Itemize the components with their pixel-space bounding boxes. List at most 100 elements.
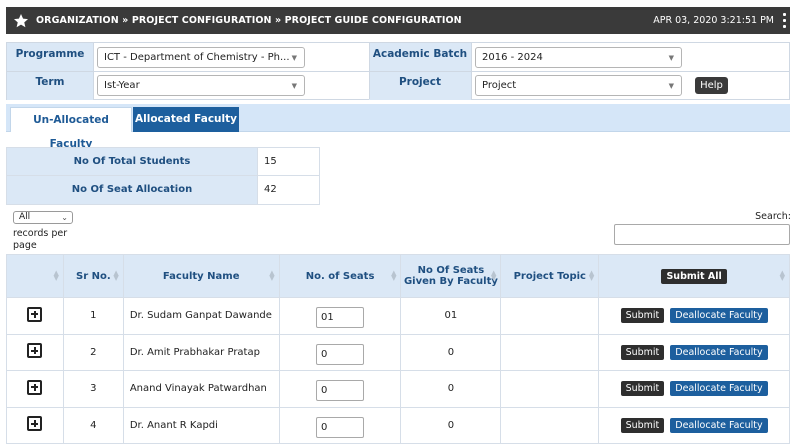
summary-table: No Of Total Students 15 No Of Seat Alloc… (6, 147, 320, 205)
tab-un-allocated-faculty[interactable]: Un-Allocated Faculty (10, 107, 132, 150)
seats-input[interactable]: 01 (316, 307, 365, 329)
sr-no-cell: 1 (62, 297, 124, 335)
project-select[interactable]: Project ▼ (475, 75, 682, 96)
expand-cell (6, 297, 64, 335)
table-row: 3 Anand Vinayak Patwardhan 0 0 Submit Dea… (6, 370, 790, 408)
table-header-row: ▲ ▼ Sr No. ▲ ▼ Faculty Name ▲ ▼ No. of Seats ▲… (6, 254, 790, 298)
programme-select-value: ICT - Department of Chemistry - Ph... (104, 52, 290, 63)
academic-batch-label: Academic Batch (372, 48, 468, 60)
expand-plus-icon[interactable] (27, 416, 43, 432)
column-header-label: Project Topic (513, 270, 586, 282)
seat-allocation-label: No Of Seat Allocation (7, 176, 258, 204)
academic-batch-select[interactable]: 2016 - 2024 ▼ (475, 47, 682, 68)
seats-given-cell: 01 (400, 297, 502, 335)
filter-divider (93, 43, 94, 99)
faculty-name-cell: Dr. Anant R Kapdi (122, 406, 280, 444)
column-header-label: Sr No. (76, 270, 111, 282)
records-per-page-value: All (19, 212, 31, 222)
seats-input[interactable]: 0 (316, 343, 365, 365)
term-label: Term (35, 76, 65, 88)
sort-icon: ▲ ▼ (779, 269, 785, 282)
breadcrumb: ORGANIZATION » PROJECT CONFIGURATION » P… (36, 15, 462, 26)
favorite-star-icon[interactable] (11, 11, 31, 31)
project-label: Project (398, 76, 442, 88)
column-header-no-of-seats[interactable]: No. of Seats ▲ ▼ (278, 254, 402, 298)
submit-all-button[interactable]: Submit All (661, 268, 727, 284)
academic-batch-select-value: 2016 - 2024 (482, 52, 543, 63)
column-header-seats-given[interactable]: No Of Seats Given By Faculty ▲ ▼ (400, 254, 502, 298)
deallocate-faculty-button[interactable]: Deallocate Faculty (670, 308, 768, 324)
actions-cell: Submit Deallocate Faculty (598, 333, 790, 371)
top-bar: ORGANIZATION » PROJECT CONFIGURATION » P… (6, 7, 790, 34)
expand-cell (6, 370, 64, 408)
seat-allocation-value: 42 (264, 184, 277, 195)
tab-allocated-faculty[interactable]: Allocated Faculty (133, 107, 239, 132)
chevron-down-icon: ⌄ (61, 213, 68, 222)
seats-cell: 01 (278, 297, 402, 335)
sort-icon: ▲ ▼ (53, 269, 59, 282)
table-row: 4 Dr. Anant R Kapdi 0 0 Submit Deallocate… (6, 406, 790, 444)
chevron-down-icon: ▼ (291, 54, 297, 62)
submit-button[interactable]: Submit (620, 417, 665, 433)
column-header-label: No Of Seats Given By Faculty (403, 265, 498, 287)
deallocate-faculty-button[interactable]: Deallocate Faculty (670, 344, 768, 360)
total-students-label: No Of Total Students (7, 148, 258, 175)
project-topic-cell (500, 297, 600, 335)
more-menu-icon[interactable] (782, 13, 786, 28)
sr-no-cell: 3 (62, 370, 124, 408)
seats-given-cell: 0 (400, 333, 502, 371)
summary-row: No Of Total Students 15 (7, 148, 319, 176)
seats-given-cell: 0 (400, 406, 502, 444)
faculty-name-cell: Anand Vinayak Patwardhan (122, 370, 280, 408)
column-header-expand[interactable]: ▲ ▼ (6, 254, 64, 298)
table-row: 1 Dr. Sudam Ganpat Dawande 01 01 Submit D… (6, 297, 790, 335)
tab-strip: Un-Allocated Faculty Allocated Faculty (6, 104, 790, 150)
faculty-name-cell: Dr. Amit Prabhakar Pratap (122, 333, 280, 371)
column-header-project-topic[interactable]: Project Topic ▲ ▼ (500, 254, 600, 298)
expand-cell (6, 406, 64, 444)
term-select[interactable]: Ist-Year ▼ (97, 75, 305, 96)
total-students-value: 15 (264, 156, 277, 167)
faculty-table: ▲ ▼ Sr No. ▲ ▼ Faculty Name ▲ ▼ No. of Seats ▲… (6, 254, 790, 444)
search-label: Search: (755, 211, 791, 222)
search-input[interactable] (614, 224, 790, 245)
deallocate-faculty-button[interactable]: Deallocate Faculty (670, 417, 768, 433)
column-header-sr-no[interactable]: Sr No. ▲ ▼ (62, 254, 124, 298)
deallocate-faculty-button[interactable]: Deallocate Faculty (670, 381, 768, 397)
seats-input[interactable]: 0 (316, 380, 365, 402)
seats-input[interactable]: 0 (316, 416, 365, 438)
records-per-page-label: records per page (13, 228, 68, 251)
sort-icon: ▲ ▼ (113, 269, 119, 282)
filter-divider (471, 43, 472, 99)
datetime-display: APR 03, 2020 3:21:51 PM (653, 15, 774, 26)
submit-button[interactable]: Submit (620, 344, 665, 360)
chevron-down-icon: ▼ (291, 82, 297, 90)
submit-button[interactable]: Submit (620, 308, 665, 324)
sr-no-cell: 4 (62, 406, 124, 444)
records-per-page-select[interactable]: All ⌄ (13, 211, 73, 224)
seats-cell: 0 (278, 406, 402, 444)
expand-plus-icon[interactable] (27, 379, 43, 395)
sort-icon: ▲ ▼ (490, 269, 497, 282)
seats-given-cell: 0 (400, 370, 502, 408)
seats-cell: 0 (278, 333, 402, 371)
programme-label: Programme (15, 48, 85, 60)
submit-button[interactable]: Submit (620, 381, 665, 397)
expand-plus-icon[interactable] (27, 306, 43, 322)
chevron-down-icon: ▼ (668, 54, 674, 62)
column-header-faculty-name[interactable]: Faculty Name ▲ ▼ (122, 254, 280, 298)
chevron-down-icon: ▼ (668, 82, 674, 90)
filter-divider (7, 71, 789, 72)
project-topic-cell (500, 370, 600, 408)
column-header-label: Faculty Name (162, 270, 240, 282)
help-button[interactable]: Help (695, 77, 728, 94)
programme-select[interactable]: ICT - Department of Chemistry - Ph... ▼ (97, 47, 305, 68)
seats-cell: 0 (278, 370, 402, 408)
sr-no-cell: 2 (62, 333, 124, 371)
sort-icon: ▲ ▼ (391, 269, 397, 282)
column-header-actions: Submit All ▲ ▼ (598, 254, 790, 298)
expand-plus-icon[interactable] (27, 343, 43, 359)
faculty-name-cell: Dr. Sudam Ganpat Dawande (122, 297, 280, 335)
project-topic-cell (500, 333, 600, 371)
sort-icon: ▲ ▼ (588, 269, 595, 282)
